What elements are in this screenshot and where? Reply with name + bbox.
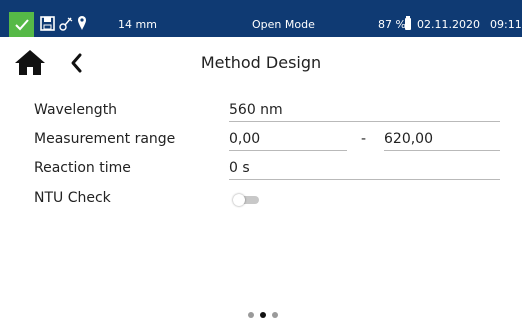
measurement-range-max-field[interactable]: 620,00 bbox=[384, 131, 433, 147]
wavelength-label: Wavelength bbox=[34, 102, 118, 118]
page-dot[interactable] bbox=[248, 312, 254, 318]
status-date: 02.11.2020 bbox=[417, 18, 480, 31]
mode-indicator: Open Mode bbox=[252, 18, 315, 31]
measurement-range-min-underline bbox=[229, 150, 347, 151]
check-icon bbox=[9, 12, 34, 37]
page-indicator bbox=[248, 312, 278, 318]
status-bar: 14 mm Open Mode 87 % 02.11.2020 09:11 bbox=[0, 0, 522, 37]
status-icons bbox=[40, 15, 87, 35]
measurement-range-min-field[interactable]: 0,00 bbox=[229, 131, 260, 147]
save-icon bbox=[40, 15, 55, 35]
battery-percent: 87 % bbox=[378, 18, 406, 31]
page-title: Method Design bbox=[200, 53, 322, 72]
reaction-time-field[interactable]: 0 s bbox=[229, 160, 250, 176]
probe-icon bbox=[59, 16, 73, 35]
location-pin-icon bbox=[77, 15, 87, 35]
toggle-knob bbox=[233, 194, 245, 206]
status-time: 09:11 bbox=[490, 18, 522, 31]
ntu-check-toggle[interactable] bbox=[233, 194, 259, 206]
path-length-indicator: 14 mm bbox=[118, 18, 157, 31]
reaction-time-field-underline bbox=[229, 179, 500, 180]
measurement-range-label: Measurement range bbox=[34, 131, 176, 147]
reaction-time-label: Reaction time bbox=[34, 160, 131, 176]
measurement-range-max-underline bbox=[384, 150, 500, 151]
range-separator: - bbox=[361, 131, 367, 147]
battery-icon bbox=[405, 16, 411, 30]
wavelength-field[interactable]: 560 nm bbox=[229, 102, 283, 118]
ntu-check-label: NTU Check bbox=[34, 190, 111, 206]
page-dot[interactable] bbox=[272, 312, 278, 318]
wavelength-field-underline bbox=[229, 121, 500, 122]
page-dot-active[interactable] bbox=[260, 312, 266, 318]
